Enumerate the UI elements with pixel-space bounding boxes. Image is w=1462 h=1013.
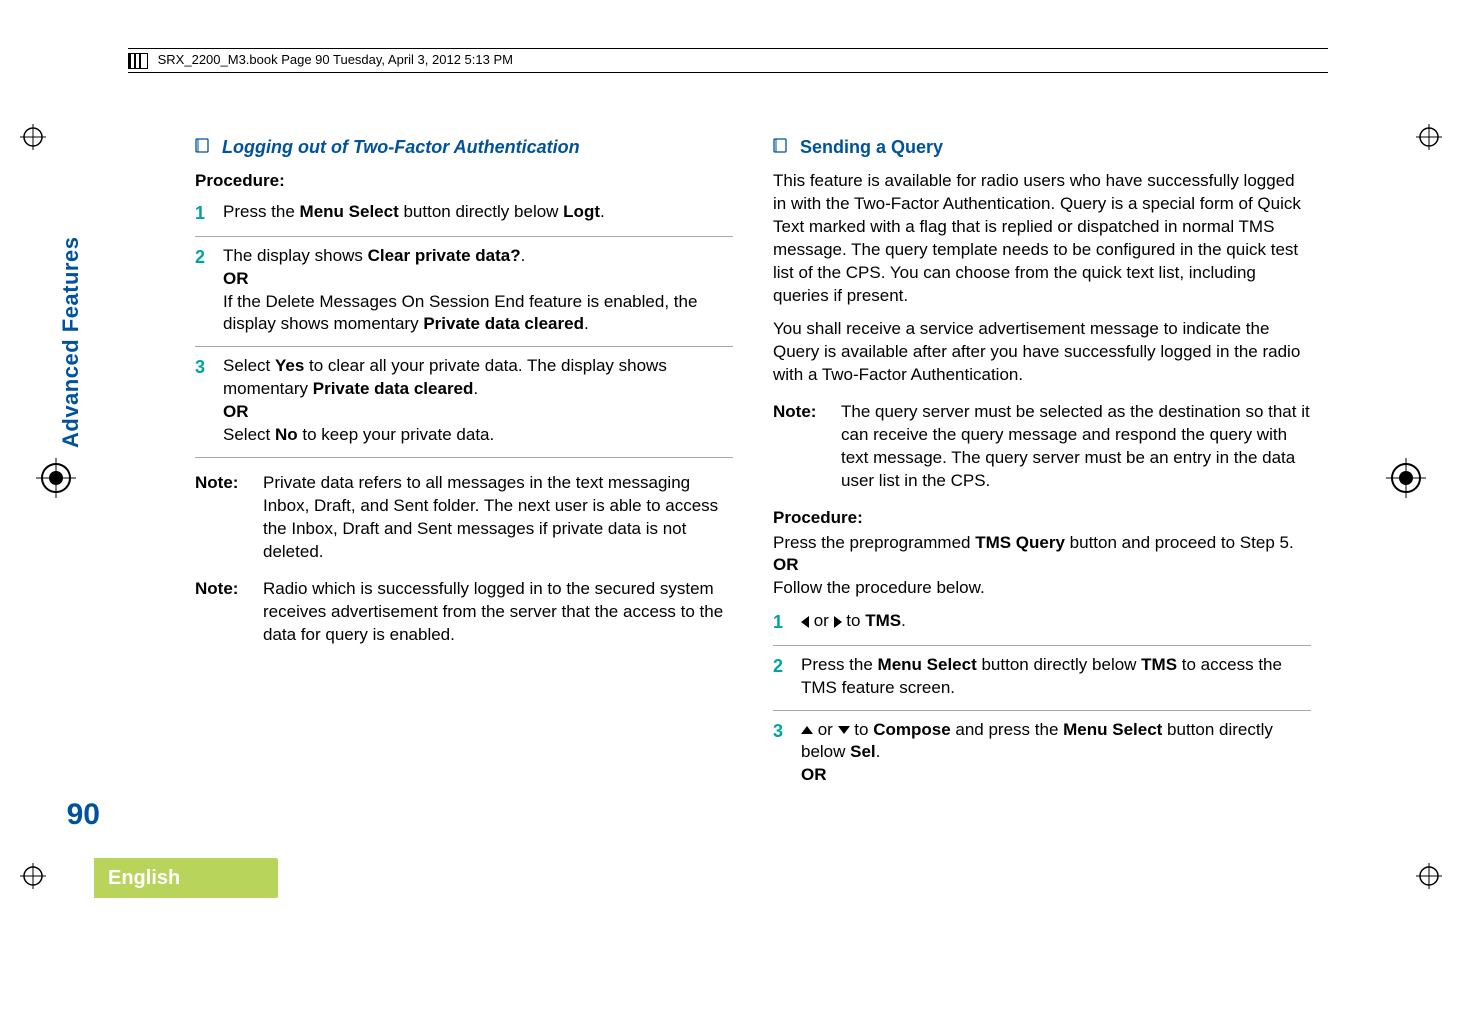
text: Select <box>223 425 275 444</box>
step-body: The display shows Clear private data?. O… <box>223 245 733 337</box>
or-label: OR <box>801 765 827 784</box>
language-tab: English <box>94 858 278 898</box>
text: button directly below <box>977 655 1141 674</box>
right-heading: Sending a Query <box>773 135 1311 160</box>
step-2: 2 Press the Menu Select button directly … <box>773 654 1311 711</box>
display-text: Compose <box>873 720 950 739</box>
note-right: Note: The query server must be selected … <box>773 401 1311 493</box>
text: Select <box>223 356 275 375</box>
ui-label: Menu Select <box>1063 720 1162 739</box>
text: or <box>809 611 834 630</box>
nav-right-icon <box>834 616 842 628</box>
display-text: Sel <box>850 742 876 761</box>
step-3: 3 Select Yes to clear all your private d… <box>195 355 733 458</box>
text: Press the <box>801 655 878 674</box>
right-heading-text: Sending a Query <box>800 137 943 157</box>
note-body: Private data refers to all messages in t… <box>263 472 733 564</box>
nav-up-icon <box>801 726 813 734</box>
registration-mark-icon <box>1386 458 1426 498</box>
note-2: Note: Radio which is successfully logged… <box>195 578 733 647</box>
note-label: Note: <box>195 578 263 647</box>
display-text: No <box>275 425 298 444</box>
or-label: OR <box>223 269 249 288</box>
display-text: Yes <box>275 356 304 375</box>
display-text: Clear private data? <box>368 246 521 265</box>
step-body: Press the Menu Select button directly be… <box>223 201 733 225</box>
left-column: Logging out of Two-Factor Authentication… <box>195 135 733 805</box>
text: Follow the procedure below. <box>773 578 985 597</box>
text: button and proceed to Step 5. <box>1065 533 1294 552</box>
step-number: 1 <box>773 610 801 634</box>
step-number: 2 <box>195 245 223 337</box>
text: . <box>876 742 881 761</box>
text: Press the <box>223 202 300 221</box>
nav-left-icon <box>801 616 809 628</box>
note-body: The query server must be selected as the… <box>841 401 1311 493</box>
procedure-label: Procedure: <box>195 170 733 193</box>
crop-mark-icon <box>1416 863 1442 889</box>
paragraph-1: This feature is available for radio user… <box>773 170 1311 308</box>
step-number: 1 <box>195 201 223 225</box>
procedure-intro: Press the preprogrammed TMS Query button… <box>773 532 1311 601</box>
running-header-text: SRX_2200_M3.book Page 90 Tuesday, April … <box>158 52 513 67</box>
step-3: 3 or to Compose and press the Menu Selec… <box>773 719 1311 798</box>
paragraph-2: You shall receive a service advertisemen… <box>773 318 1311 387</box>
or-label: OR <box>773 555 799 574</box>
section-tab: Advanced Features <box>58 228 96 448</box>
note-label: Note: <box>195 472 263 564</box>
step-number: 3 <box>195 355 223 447</box>
text: . <box>901 611 906 630</box>
or-label: OR <box>223 402 249 421</box>
display-text: TMS <box>1141 655 1177 674</box>
step-body: or to Compose and press the Menu Select … <box>801 719 1311 788</box>
page-number: 90 <box>58 798 100 832</box>
registration-mark-icon <box>36 458 76 498</box>
display-text: TMS <box>865 611 901 630</box>
display-text: Logt <box>563 202 600 221</box>
procedure-label: Procedure: <box>773 507 1311 530</box>
text: button directly below <box>399 202 563 221</box>
step-2: 2 The display shows Clear private data?.… <box>195 245 733 348</box>
step-body: Press the Menu Select button directly be… <box>801 654 1311 700</box>
ui-label: TMS Query <box>975 533 1065 552</box>
ui-label: Menu Select <box>300 202 399 221</box>
note-1: Note: Private data refers to all message… <box>195 472 733 564</box>
running-header: SRX_2200_M3.book Page 90 Tuesday, April … <box>128 48 1328 73</box>
right-column: Sending a Query This feature is availabl… <box>773 135 1311 805</box>
text: to <box>842 611 866 630</box>
note-label: Note: <box>773 401 841 493</box>
book-page-icon <box>128 53 148 69</box>
display-text: Private data cleared <box>313 379 474 398</box>
step-1: 1 or to TMS. <box>773 610 1311 645</box>
step-number: 2 <box>773 654 801 700</box>
text: or <box>813 720 838 739</box>
text: and press the <box>951 720 1063 739</box>
step-body: Select Yes to clear all your private dat… <box>223 355 733 447</box>
text: to keep your private data. <box>298 425 495 444</box>
text: The display shows <box>223 246 368 265</box>
crop-mark-icon <box>20 124 46 150</box>
procedure-icon <box>195 136 211 160</box>
display-text: Private data cleared <box>423 314 584 333</box>
text: . <box>584 314 589 333</box>
nav-down-icon <box>838 726 850 734</box>
crop-mark-icon <box>20 863 46 889</box>
step-body: or to TMS. <box>801 610 1311 634</box>
text: . <box>600 202 605 221</box>
left-heading-text: Logging out of Two-Factor Authentication <box>222 137 580 157</box>
text: Press the preprogrammed <box>773 533 975 552</box>
step-number: 3 <box>773 719 801 788</box>
text: to <box>850 720 874 739</box>
text: . <box>521 246 526 265</box>
note-body: Radio which is successfully logged in to… <box>263 578 733 647</box>
page-body: Logging out of Two-Factor Authentication… <box>155 135 1311 805</box>
left-heading: Logging out of Two-Factor Authentication <box>195 135 733 160</box>
crop-mark-icon <box>1416 124 1442 150</box>
text: . <box>473 379 478 398</box>
ui-label: Menu Select <box>878 655 977 674</box>
step-1: 1 Press the Menu Select button directly … <box>195 201 733 236</box>
procedure-icon <box>773 136 789 160</box>
